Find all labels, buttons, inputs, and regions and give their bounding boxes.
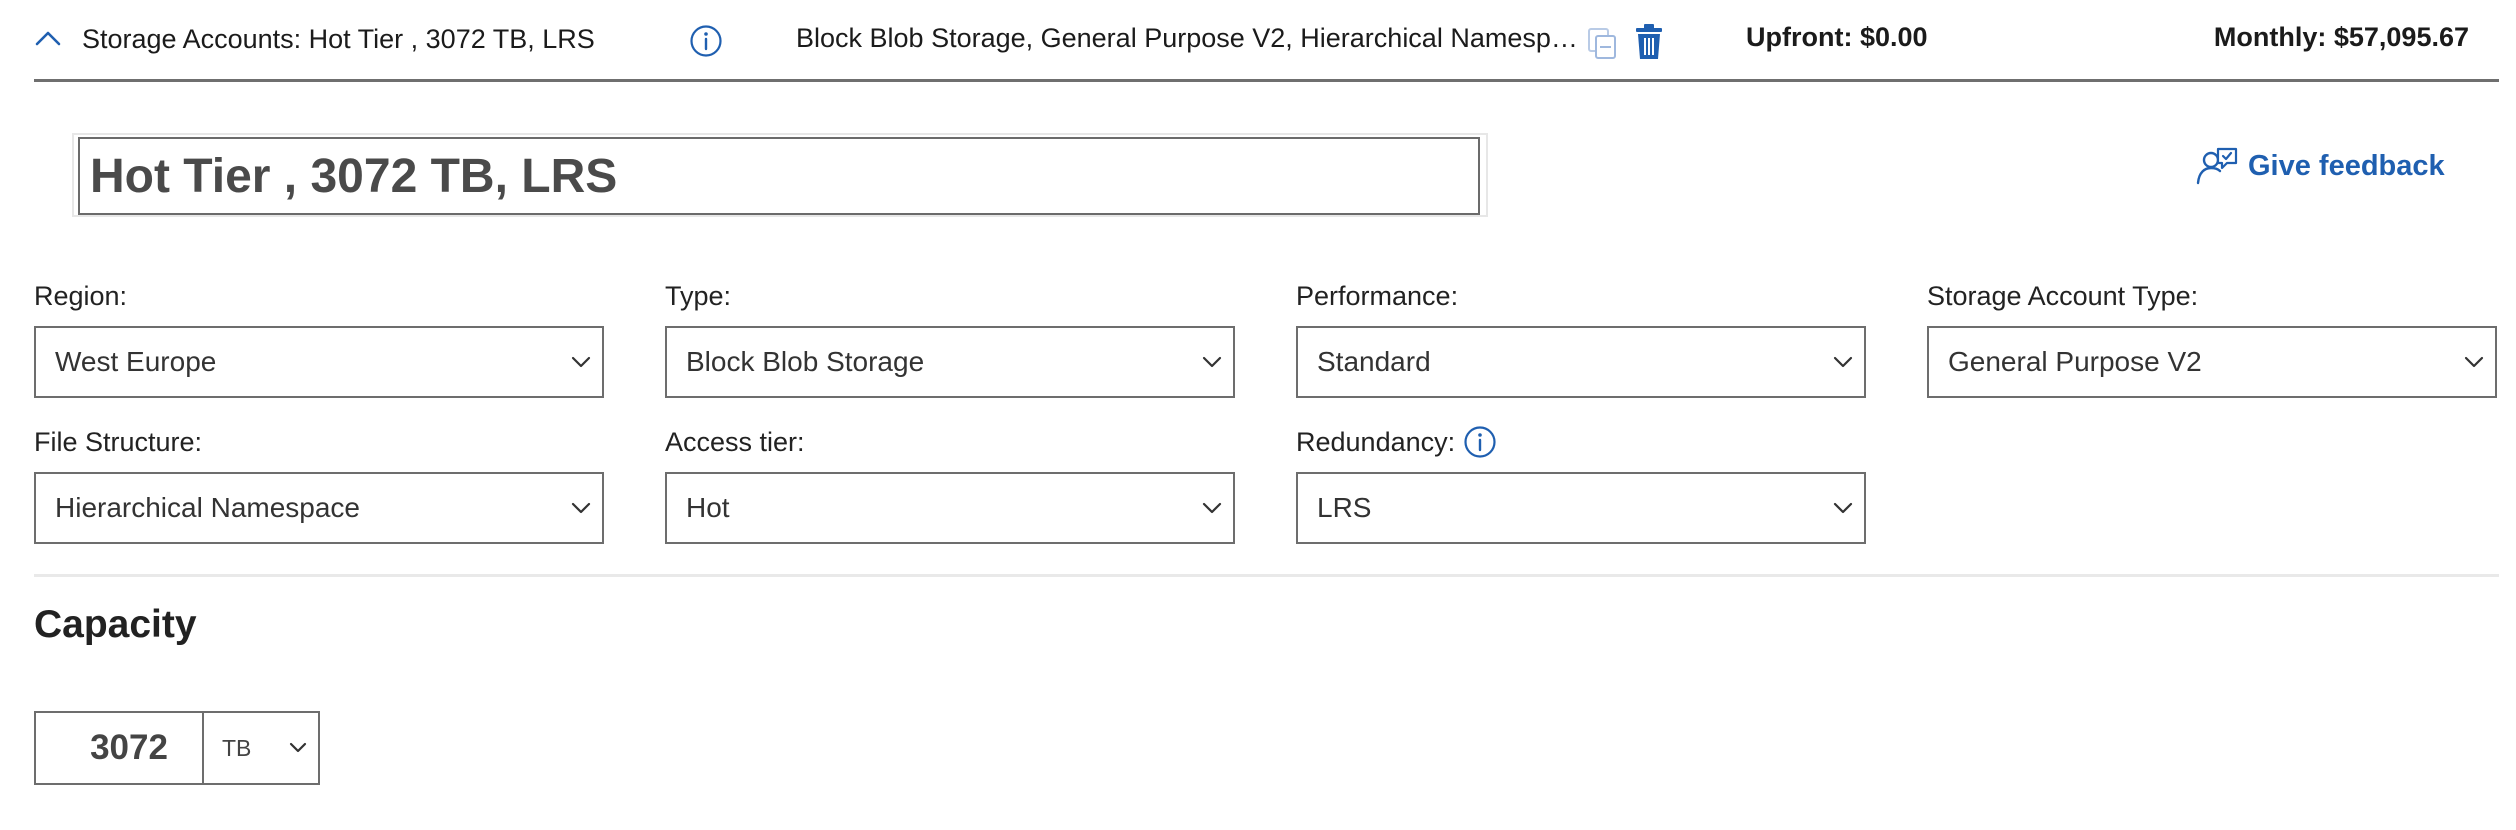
access-tier-label: Access tier:	[665, 427, 805, 457]
access-tier-value: Hot	[686, 492, 730, 523]
capacity-heading: Capacity	[34, 603, 197, 646]
info-icon[interactable]	[689, 24, 723, 58]
type-field: Type: Block Blob Storage	[665, 276, 1235, 398]
type-value: Block Blob Storage	[686, 346, 925, 377]
capacity-unit-value: TB	[222, 735, 252, 761]
redundancy-select[interactable]: LRS	[1296, 472, 1866, 544]
region-value: West Europe	[55, 346, 217, 377]
estimate-header: Storage Accounts: Hot Tier , 3072 TB, LR…	[34, 0, 2499, 82]
give-feedback-label: Give feedback	[2248, 149, 2445, 182]
monthly-cost: Monthly: $57,095.67	[2213, 22, 2469, 52]
upfront-cost: Upfront: $0.00	[1746, 22, 1928, 52]
performance-field: Performance: Standard	[1296, 276, 1866, 398]
region-select[interactable]: West Europe	[34, 326, 604, 398]
account-type-label: Storage Account Type:	[1927, 281, 2199, 311]
feedback-person-icon	[2196, 147, 2238, 185]
access-tier-field: Access tier: Hot	[665, 422, 1235, 544]
chevron-down-icon	[1833, 502, 1853, 514]
chevron-up-icon[interactable]	[34, 28, 62, 48]
chevron-down-icon	[2464, 356, 2484, 368]
estimate-description: Block Blob Storage, General Purpose V2, …	[796, 23, 1586, 53]
performance-select[interactable]: Standard	[1296, 326, 1866, 398]
region-label: Region:	[34, 281, 128, 311]
redundancy-label-row: Redundancy:	[1296, 422, 1866, 462]
info-icon[interactable]	[1463, 425, 1497, 459]
account-type-field: Storage Account Type: General Purpose V2	[1927, 276, 2497, 398]
copy-icon[interactable]	[1586, 26, 1618, 60]
estimate-name-input[interactable]	[78, 137, 1480, 215]
storage-account-estimate-panel: Storage Accounts: Hot Tier , 3072 TB, LR…	[0, 0, 2516, 830]
chevron-down-icon	[571, 356, 591, 368]
performance-label: Performance:	[1296, 281, 1459, 311]
chevron-down-icon	[1202, 502, 1222, 514]
chevron-down-icon	[1833, 356, 1853, 368]
give-feedback-link[interactable]: Give feedback	[2196, 144, 2445, 188]
section-divider	[34, 574, 2499, 577]
redundancy-value: LRS	[1317, 492, 1372, 523]
chevron-down-icon	[289, 742, 307, 753]
redundancy-field: Redundancy: LRS	[1296, 422, 1866, 544]
estimate-title: Storage Accounts: Hot Tier , 3072 TB, LR…	[82, 24, 595, 54]
redundancy-label: Redundancy:	[1296, 427, 1456, 457]
file-structure-field: File Structure: Hierarchical Namespace	[34, 422, 604, 544]
type-select[interactable]: Block Blob Storage	[665, 326, 1235, 398]
region-field: Region: West Europe	[34, 276, 604, 398]
capacity-control: TB	[34, 711, 320, 785]
access-tier-select[interactable]: Hot	[665, 472, 1235, 544]
capacity-input[interactable]	[36, 713, 204, 783]
type-label: Type:	[665, 281, 732, 311]
file-structure-select[interactable]: Hierarchical Namespace	[34, 472, 604, 544]
file-structure-label: File Structure:	[34, 427, 203, 457]
account-type-value: General Purpose V2	[1948, 346, 2202, 377]
account-type-select[interactable]: General Purpose V2	[1927, 326, 2497, 398]
capacity-unit-select[interactable]: TB	[204, 713, 318, 783]
chevron-down-icon	[1202, 356, 1222, 368]
estimate-name-container	[72, 133, 1488, 217]
trash-icon[interactable]	[1634, 24, 1664, 60]
performance-value: Standard	[1317, 346, 1431, 377]
chevron-down-icon	[571, 502, 591, 514]
file-structure-value: Hierarchical Namespace	[55, 492, 361, 523]
